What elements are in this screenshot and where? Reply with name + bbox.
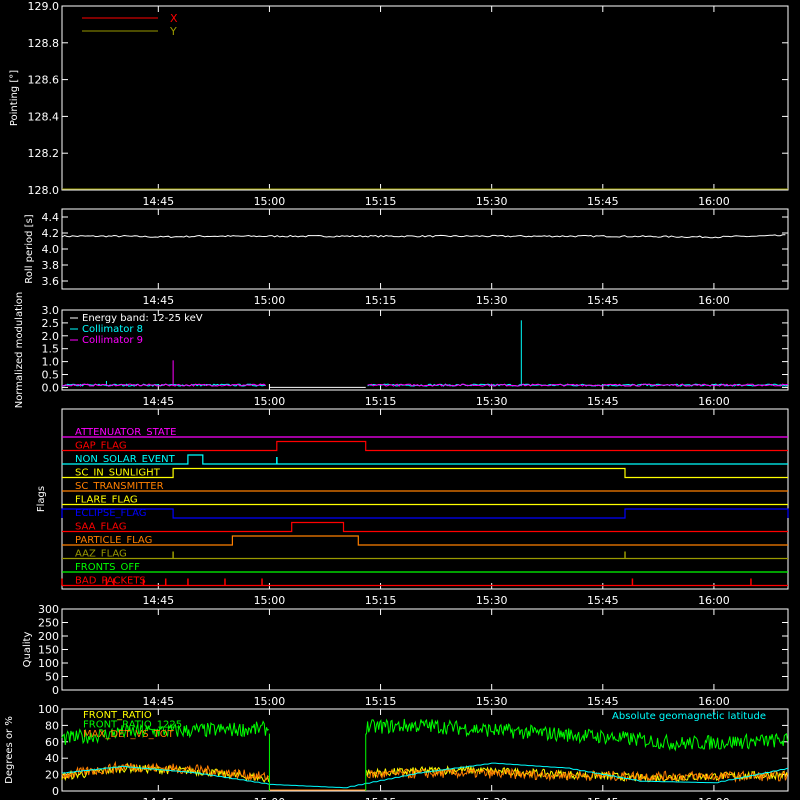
x-tick-label: 15:00 <box>254 796 286 800</box>
y-tick-label: 3.0 <box>42 304 60 317</box>
x-tick-label: 14:45 <box>142 395 174 408</box>
x-tick-label: 14:45 <box>142 695 174 708</box>
x-tick-label: 15:45 <box>587 796 619 800</box>
y-tick-label: 3.6 <box>42 275 60 288</box>
y-tick-label: 4.4 <box>42 211 60 224</box>
y-tick-label: 300 <box>38 603 59 616</box>
y-tick-label: 4.2 <box>42 227 60 240</box>
legend-label: X <box>170 12 178 25</box>
x-tick-label: 16:00 <box>698 294 730 307</box>
x-tick-label: 16:00 <box>698 796 730 800</box>
y-tick-label: 2.0 <box>42 330 60 343</box>
y-tick-label: 4.0 <box>42 243 60 256</box>
x-tick-label: 14:45 <box>142 796 174 800</box>
flag-label: NON_SOLAR_EVENT <box>75 454 176 465</box>
x-tick-label: 15:00 <box>254 395 286 408</box>
y-tick-label: 1.0 <box>42 356 60 369</box>
x-tick-label: 15:00 <box>254 695 286 708</box>
y-tick-label: 100 <box>38 703 59 716</box>
flag-label: SAA_FLAG <box>75 522 126 533</box>
quicklook-figure: 14:45 15:00 15:15 15:30 15:45 16:00 128.0 128.2… <box>0 0 800 800</box>
y-tick-label: 250 <box>38 617 59 630</box>
x-tick-label: 15:15 <box>365 395 397 408</box>
legend-title: Energy band: 12-25 keV <box>82 313 203 324</box>
x-tick-label: 14:45 <box>142 294 174 307</box>
x-tick-label: 15:45 <box>587 195 619 208</box>
x-tick-label: 15:15 <box>365 294 397 307</box>
x-tick-label: 15:30 <box>476 195 508 208</box>
x-tick-label: 15:00 <box>254 195 286 208</box>
y-tick-label: 0 <box>52 684 59 697</box>
y-tick-label: 0.5 <box>42 369 60 382</box>
flag-label: SC_IN_SUNLIGHT <box>75 468 161 479</box>
y-tick-label: 1.5 <box>42 343 60 356</box>
legend-label: Collimator 8 <box>82 324 143 335</box>
y-axis-label: Degrees or % <box>4 716 15 784</box>
y-tick-label: 200 <box>38 630 59 643</box>
flag-label: PARTICLE_FLAG <box>75 535 152 546</box>
x-tick-label: 15:30 <box>476 594 508 607</box>
y-tick-label: 100 <box>38 657 59 670</box>
y-axis-label: Flags <box>36 486 47 512</box>
flag-label: BAD_PACKETS <box>75 576 146 587</box>
y-tick-label: 150 <box>38 644 59 657</box>
x-tick-label: 15:00 <box>254 294 286 307</box>
legend-label: Absolute geomagnetic latitude <box>612 711 766 722</box>
x-tick-label: 14:45 <box>142 594 174 607</box>
x-tick-label: 15:45 <box>587 594 619 607</box>
flag-label: AAZ_FLAG <box>75 549 127 560</box>
x-tick-label: 16:00 <box>698 195 730 208</box>
y-tick-label: 0.0 <box>42 381 60 394</box>
x-tick-label: 15:15 <box>365 195 397 208</box>
y-tick-label: 128.0 <box>28 184 60 197</box>
x-tick-label: 15:30 <box>476 695 508 708</box>
x-tick-label: 15:15 <box>365 594 397 607</box>
x-tick-label: 16:00 <box>698 395 730 408</box>
y-axis-label: Normalized modulation <box>14 292 25 409</box>
x-tick-label: 15:15 <box>365 695 397 708</box>
x-tick-label: 15:15 <box>365 796 397 800</box>
y-tick-label: 20 <box>45 769 59 782</box>
y-tick-label: 2.5 <box>42 317 60 330</box>
legend-label: MAX_DET_VS_TOT <box>83 729 175 740</box>
y-tick-label: 80 <box>45 719 59 732</box>
y-tick-label: 50 <box>45 671 59 684</box>
y-tick-label: 0 <box>52 785 59 798</box>
x-tick-label: 15:45 <box>587 395 619 408</box>
y-tick-label: 3.8 <box>42 259 60 272</box>
y-tick-label: 128.6 <box>28 74 60 87</box>
y-tick-label: 129.0 <box>28 0 60 13</box>
legend-label: Collimator 9 <box>82 335 143 346</box>
flag-label: GAP_FLAG <box>75 441 127 452</box>
x-tick-label: 15:30 <box>476 294 508 307</box>
y-axis-label: Roll period [s] <box>24 214 35 283</box>
y-tick-label: 40 <box>45 752 59 765</box>
flag-label: ECLIPSE_FLAG <box>75 508 146 519</box>
legend-label: Y <box>169 25 177 38</box>
x-tick-label: 14:45 <box>142 195 174 208</box>
x-tick-label: 15:00 <box>254 594 286 607</box>
flag-label: FLARE_FLAG <box>75 495 138 506</box>
y-tick-label: 60 <box>45 736 59 749</box>
x-tick-label: 16:00 <box>698 695 730 708</box>
flag-label: SC_TRANSMITTER <box>75 481 164 492</box>
y-axis-label: Pointing [°] <box>9 70 20 126</box>
x-tick-label: 15:30 <box>476 796 508 800</box>
x-tick-label: 16:00 <box>698 594 730 607</box>
y-tick-label: 128.8 <box>28 37 60 50</box>
x-tick-label: 15:45 <box>587 695 619 708</box>
y-axis-label: Quality <box>22 632 33 668</box>
flag-label: FRONTS_OFF <box>75 562 140 573</box>
flag-label: ATTENUATOR_STATE <box>75 427 176 438</box>
y-tick-label: 128.4 <box>28 110 60 123</box>
y-tick-label: 128.2 <box>28 147 60 160</box>
x-tick-label: 15:30 <box>476 395 508 408</box>
x-tick-label: 15:45 <box>587 294 619 307</box>
